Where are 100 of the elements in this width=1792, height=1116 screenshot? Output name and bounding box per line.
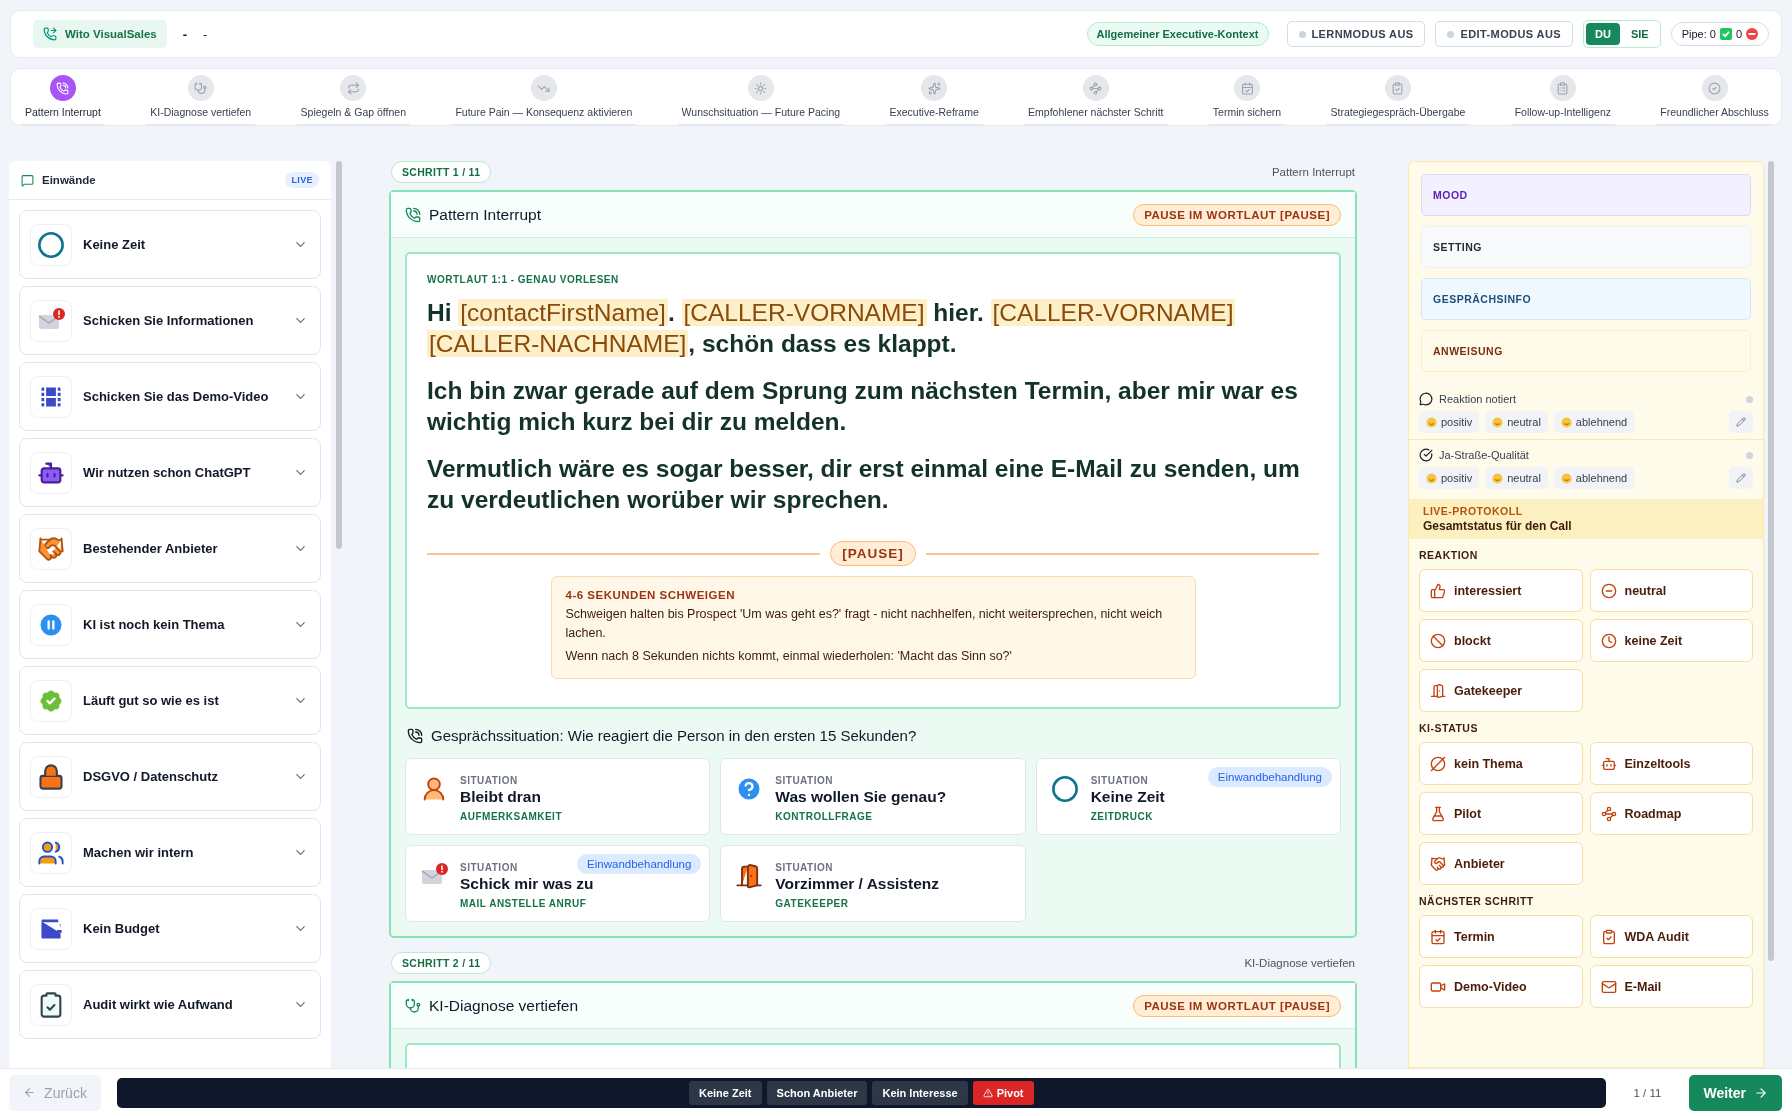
situation-card[interactable]: SITUATION Bleibt dran AUFMERKSAMKEIT [405, 758, 711, 835]
smiley-icon [1426, 416, 1437, 428]
note-card[interactable]: SETTING [1421, 226, 1751, 268]
status-option[interactable]: Roadmap [1589, 792, 1753, 835]
objection-item[interactable]: Schicken Sie Informationen [19, 286, 321, 355]
objection-label: Machen wir intern [83, 845, 195, 860]
door-icon [1430, 682, 1446, 699]
rating-chip[interactable]: ablehnend [1553, 411, 1635, 433]
handshake-icon [1430, 855, 1446, 872]
chat-icon [21, 173, 34, 187]
situation-card[interactable]: SITUATION Schick mir was zu MAIL ANSTELLE ANRUF Einwandbehandlung [405, 845, 711, 922]
warning-icon [982, 1087, 993, 1098]
pipe-count: 0 [1735, 28, 1742, 40]
step-tab[interactable]: Wunschsituation — Future Pacing [677, 75, 845, 125]
note-title: 4-6 SEKUNDEN SCHWEIGEN [565, 589, 736, 601]
step-tab[interactable]: Strategiegespräch-Übergabe [1326, 75, 1470, 125]
mode-toggle[interactable]: LERNMODUS AUS [1286, 21, 1426, 47]
stop-icon [1746, 28, 1758, 40]
mode-toggle[interactable]: EDIT-MODUS AUS [1435, 21, 1573, 47]
repeat-icon [346, 81, 360, 95]
step-tab[interactable]: Empfohlener nächster Schritt [1024, 75, 1168, 125]
script-label: WORTLAUT 1:1 - GENAU VORLESEN [427, 274, 620, 285]
step-tab[interactable]: KI-Diagnose vertiefen [146, 75, 256, 125]
situation-label: SITUATION [460, 775, 519, 786]
clipboard-check-icon [1391, 81, 1405, 95]
objection-item[interactable]: Audit wirkt wie Aufwand [19, 970, 321, 1039]
pencil-icon [1736, 417, 1746, 427]
robot-icon [1600, 755, 1617, 772]
situation-card[interactable]: SITUATION Keine Zeit ZEITDRUCK Einwandbehandlung [1035, 758, 1341, 835]
situation-tag: KONTROLLFRAGE [775, 811, 947, 822]
step-tab[interactable]: Executive-Reframe [885, 75, 983, 125]
rating-chip[interactable]: positiv [1419, 467, 1480, 489]
step-tab[interactable]: Termin sichern [1208, 75, 1286, 125]
check-circle-icon [1419, 448, 1433, 462]
situation-title: Bleibt dran [460, 788, 542, 806]
rating-chip[interactable]: neutral [1485, 467, 1548, 489]
objection-item[interactable]: Läuft gut so wie es ist [19, 666, 321, 735]
status-option[interactable]: WDA Audit [1589, 915, 1753, 958]
step-tab[interactable]: Future Pain — Konsequenz aktivieren [451, 75, 637, 125]
quick-action[interactable]: Schon Anbieter [766, 1080, 868, 1105]
objection-item[interactable]: KI ist noch kein Thema [19, 590, 321, 659]
next-button[interactable]: Weiter [1689, 1074, 1782, 1111]
step-tab[interactable]: Pattern Interrupt [21, 75, 105, 125]
clipboard-check-icon [1600, 928, 1617, 945]
note-card[interactable]: ANWEISUNG [1421, 330, 1751, 372]
status-option[interactable]: neutral [1589, 569, 1753, 612]
edit-button[interactable] [1729, 411, 1753, 433]
script-paragraph: Vermutlich wäre es sogar besser, dir erst einmal eine E-Mail zu senden, um zu verdeutlichen worüber wir sprechen. [427, 454, 1301, 515]
objection-item[interactable]: Schicken Sie das Demo-Video [19, 362, 321, 431]
pencil-icon [1736, 473, 1746, 483]
card-title: Pattern Interrupt [429, 205, 541, 224]
objection-label: Kein Budget [83, 921, 161, 936]
quick-action[interactable]: Keine Zeit [688, 1080, 762, 1105]
situation-tag: AUFMERKSAMKEIT [460, 811, 562, 822]
quick-action[interactable]: Pivot [972, 1080, 1034, 1105]
note-card[interactable]: GESPRÄCHSINFO [1421, 278, 1751, 320]
quick-action[interactable]: Kein Interesse [872, 1080, 968, 1105]
situation-card[interactable]: SITUATION Was wollen Sie genau? KONTROLLFRAGE [720, 758, 1026, 835]
status-option[interactable]: Anbieter [1419, 842, 1583, 885]
flask-icon [1430, 805, 1446, 822]
objection-item[interactable]: DSGVO / Datenschutz [19, 742, 321, 811]
objection-item[interactable]: Keine Zeit [19, 210, 321, 279]
status-option[interactable]: keine Zeit [1589, 619, 1753, 662]
objection-item[interactable]: Bestehender Anbieter [19, 514, 321, 583]
status-option[interactable]: E-Mail [1589, 965, 1753, 1008]
status-option[interactable]: Pilot [1419, 792, 1583, 835]
status-option[interactable]: Demo-Video [1419, 965, 1583, 1008]
objection-item[interactable]: Machen wir intern [19, 818, 321, 887]
rating-chip[interactable]: ablehnend [1553, 467, 1635, 489]
address-option[interactable]: DU [1586, 23, 1620, 45]
slash-circle-icon [1430, 755, 1446, 772]
situation-card[interactable]: SITUATION Vorzimmer / Assistenz GATEKEEPER [720, 845, 1026, 922]
status-option[interactable]: Termin [1419, 915, 1583, 958]
step-name: KI-Diagnose vertiefen [1244, 957, 1355, 969]
smiley-icon [1560, 472, 1572, 484]
arrow-left-icon [23, 1086, 37, 1099]
status-option[interactable]: interessiert [1419, 569, 1583, 612]
step-tab[interactable]: Freundlicher Abschluss [1656, 75, 1773, 125]
status-option[interactable]: Gatekeeper [1419, 669, 1583, 712]
step-tab[interactable]: Follow-up-Intelligenz [1510, 75, 1615, 125]
smiley-icon [1492, 416, 1504, 428]
note-text: Schweigen halten bis Prospect 'Um was geht es?' fragt - nicht nachhelfen, nicht weitersprechen, nicht weich lachen. [565, 606, 1164, 642]
stethoscope-icon [194, 81, 208, 95]
objection-label: Wir nutzen schon ChatGPT [83, 465, 252, 480]
rating-chip[interactable]: neutral [1485, 411, 1548, 433]
clipboard-icon [1556, 81, 1570, 95]
objection-item[interactable]: Wir nutzen schon ChatGPT [19, 438, 321, 507]
calendar-icon [1430, 928, 1446, 945]
status-option[interactable]: blockt [1419, 619, 1583, 662]
field-label: GESPRÄCHSINFO [1433, 293, 1532, 305]
status-option[interactable]: Einzeltools [1589, 742, 1753, 785]
field-label: SETTING [1433, 241, 1482, 253]
speech-bubble-icon [1419, 392, 1433, 406]
step-tab[interactable]: Spiegeln & Gap öffnen [296, 75, 411, 125]
door-icon [735, 862, 764, 890]
note-card[interactable]: MOOD [1421, 174, 1751, 216]
edit-button[interactable] [1729, 467, 1753, 489]
rating-chip[interactable]: positiv [1419, 411, 1480, 433]
objection-item[interactable]: Kein Budget [19, 894, 321, 963]
status-option[interactable]: kein Thema [1419, 742, 1583, 785]
